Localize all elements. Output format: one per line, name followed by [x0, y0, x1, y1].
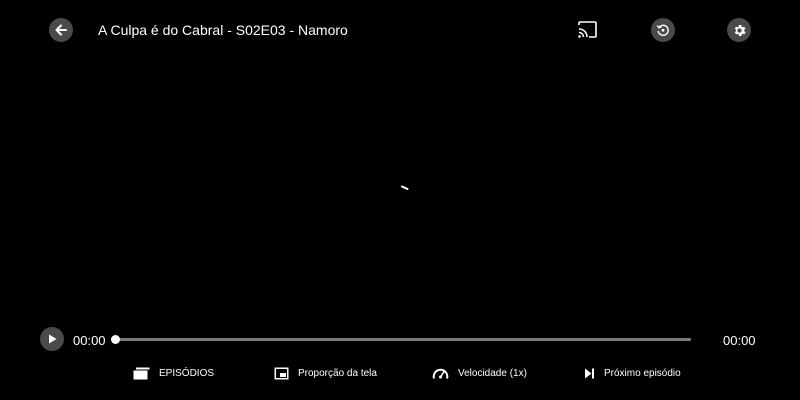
cast-button[interactable]	[577, 20, 598, 39]
aspect-ratio-label: Proporção da tela	[298, 367, 377, 379]
play-icon	[49, 334, 57, 344]
play-button[interactable]	[40, 327, 64, 351]
skip-next-icon	[585, 368, 594, 378]
next-episode-label: Próximo episódio	[604, 367, 681, 379]
episodes-label: EPISÓDIOS	[159, 367, 215, 379]
arrow-left-icon	[55, 24, 67, 36]
replay-icon	[656, 24, 669, 36]
next-episode-button[interactable]: Próximo episódio	[584, 364, 681, 382]
speed-button[interactable]: Velocidade (1x)	[432, 364, 527, 382]
gear-icon	[734, 24, 746, 36]
speed-label: Velocidade (1x)	[458, 367, 527, 379]
spinner-icon	[401, 185, 409, 190]
aspect-ratio-button[interactable]: Proporção da tela	[274, 364, 377, 382]
video-player[interactable]: A Culpa é do Cabral - S02E03 - Namoro 00…	[0, 0, 800, 400]
speedometer-icon	[432, 368, 449, 379]
settings-button[interactable]	[727, 18, 751, 42]
seek-bar[interactable]	[111, 335, 691, 344]
seek-thumb[interactable]	[111, 335, 120, 344]
replay-button[interactable]	[651, 18, 675, 42]
back-button[interactable]	[49, 18, 73, 42]
aspect-ratio-icon	[274, 367, 289, 379]
episode-title: A Culpa é do Cabral - S02E03 - Namoro	[98, 22, 348, 38]
current-time: 00:00	[73, 333, 106, 348]
episodes-icon	[133, 367, 150, 379]
cast-icon	[578, 21, 597, 38]
episodes-button[interactable]: EPISÓDIOS	[133, 364, 214, 382]
total-time: 00:00	[723, 333, 756, 348]
